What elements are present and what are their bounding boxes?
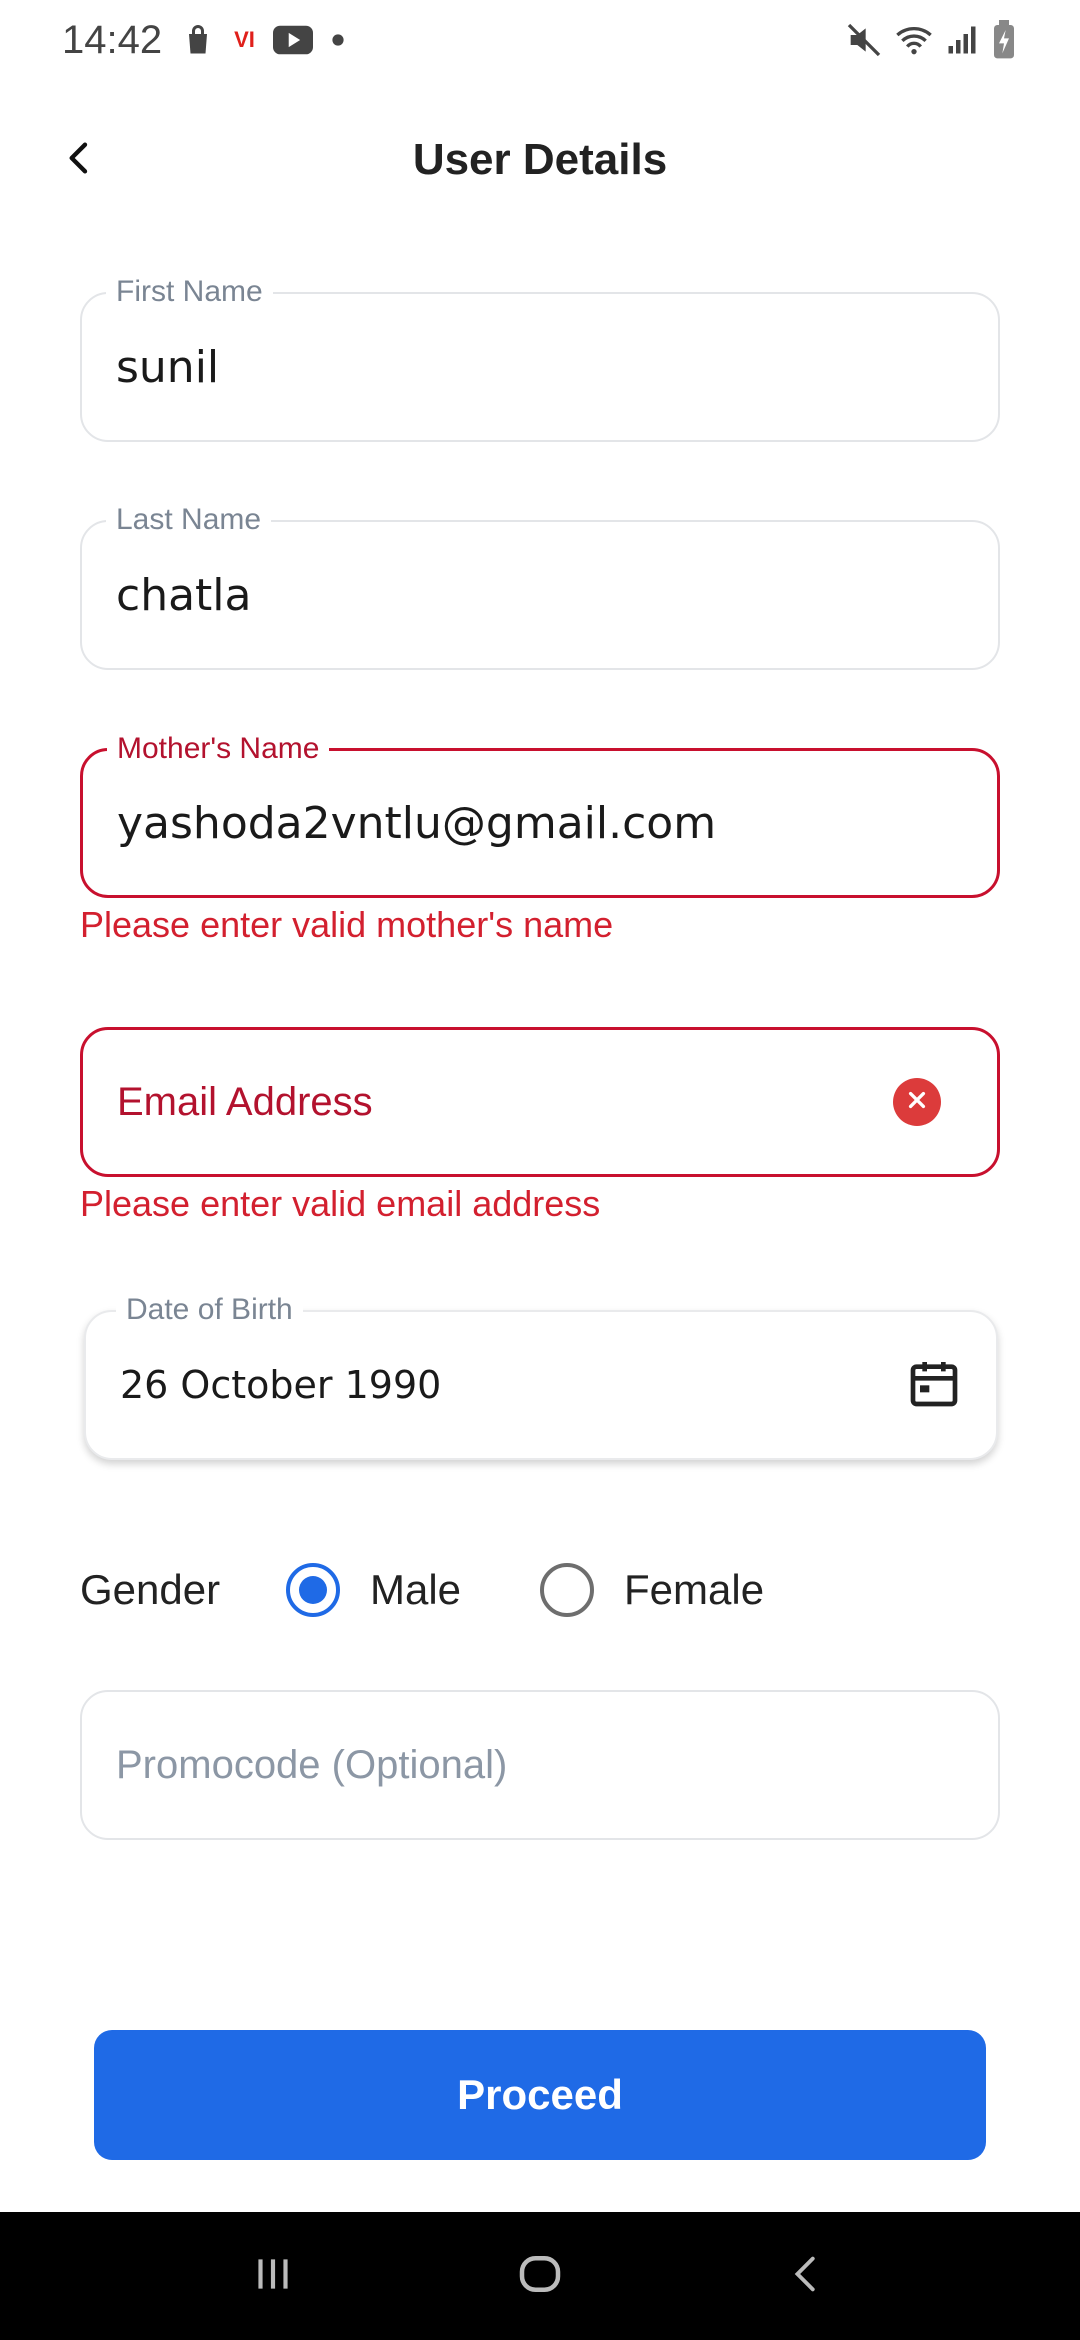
clear-icon: [906, 1089, 928, 1116]
system-nav-bar: [0, 2212, 1080, 2340]
vi-carrier-icon: VI: [234, 27, 255, 52]
app-header: User Details: [0, 110, 1080, 210]
clear-email-button[interactable]: [893, 1078, 941, 1126]
recents-icon: [248, 2249, 298, 2304]
dob-value: 26 October 1990: [120, 1363, 442, 1407]
last-name-value: chatla: [116, 569, 252, 621]
gender-group: Gender Male Female: [80, 1550, 1000, 1630]
mothers-name-error: Please enter valid mother's name: [80, 904, 614, 945]
battery-charging-icon: [990, 20, 1018, 60]
dob-field[interactable]: Date of Birth 26 October 1990: [84, 1292, 998, 1460]
gender-male-label: Male: [370, 1566, 462, 1613]
wifi-icon: [894, 20, 934, 60]
home-button[interactable]: [490, 2226, 590, 2326]
calendar-icon: [906, 1355, 962, 1416]
mothers-name-field[interactable]: Mother's Name yashoda2vntlu@gmail.com: [80, 731, 1000, 898]
mute-icon: [844, 20, 884, 60]
first-name-field[interactable]: First Name sunil: [80, 274, 1000, 442]
radio-unchecked-icon: [540, 1563, 594, 1617]
mothers-name-value: yashoda2vntlu@gmail.com: [117, 797, 717, 849]
last-name-field[interactable]: Last Name chatla: [80, 502, 1000, 670]
status-time: 14:42: [62, 17, 163, 62]
dot-icon: [331, 33, 345, 47]
youtube-icon: [272, 24, 313, 56]
gender-label: Gender: [80, 1566, 221, 1613]
back-icon: [784, 2251, 830, 2302]
home-icon: [513, 2247, 567, 2306]
signal-icon: [944, 22, 980, 58]
email-field[interactable]: Email Address: [80, 1027, 1000, 1177]
proceed-button[interactable]: Proceed: [94, 2030, 986, 2160]
email-error: Please enter valid email address: [80, 1183, 601, 1224]
email-placeholder: Email Address: [117, 1079, 373, 1124]
recents-button[interactable]: [223, 2226, 323, 2326]
gender-male-radio[interactable]: Male: [286, 1550, 461, 1630]
gender-female-label: Female: [624, 1566, 765, 1613]
status-bar: 14:42 VI: [0, 0, 1080, 80]
first-name-value: sunil: [116, 341, 220, 393]
user-details-screen: 14:42 VI User Details First Name sunil L…: [0, 0, 1080, 2340]
dob-calendar-button[interactable]: [904, 1355, 964, 1415]
page-title: User Details: [412, 135, 668, 184]
shopping-bag-icon: [180, 22, 216, 58]
promocode-placeholder: Promocode (Optional): [116, 1742, 508, 1787]
gender-female-radio[interactable]: Female: [540, 1550, 764, 1630]
back-nav-button[interactable]: [757, 2226, 857, 2326]
radio-checked-icon: [286, 1563, 340, 1617]
promocode-field[interactable]: Promocode (Optional): [80, 1690, 1000, 1840]
